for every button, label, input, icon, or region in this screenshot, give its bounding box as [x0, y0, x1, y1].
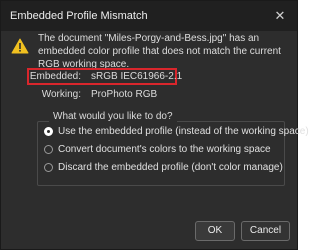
working-label: Working:: [41, 89, 81, 100]
mismatch-message: The document "Miles-Porgy-and-Bess.jpg" …: [38, 33, 281, 70]
dialog-window: Embedded Profile Mismatch ✕ The document…: [0, 0, 309, 250]
radio-discard-profile-label[interactable]: Discard the embedded profile (don't colo…: [58, 162, 283, 173]
ok-button[interactable]: OK: [195, 221, 235, 241]
radio-convert-colors-label[interactable]: Convert document's colors to the working…: [58, 144, 271, 155]
close-icon[interactable]: ✕: [267, 3, 293, 29]
window-title: Embedded Profile Mismatch: [10, 10, 148, 22]
radio-discard-profile[interactable]: [44, 163, 53, 172]
warning-triangle-icon: [11, 38, 29, 54]
options-group-title: What would you like to do?: [49, 111, 177, 122]
radio-use-embedded[interactable]: [44, 127, 53, 136]
title-bar[interactable]: Embedded Profile Mismatch ✕: [1, 1, 297, 31]
radio-convert-colors[interactable]: [44, 145, 53, 154]
embedded-label: Embedded:: [29, 71, 81, 82]
cancel-button[interactable]: Cancel: [241, 221, 290, 241]
radio-use-embedded-label[interactable]: Use the embedded profile (instead of the…: [58, 126, 309, 137]
working-value: ProPhoto RGB: [91, 89, 158, 100]
embedded-value: sRGB IEC61966-2.1: [91, 71, 183, 82]
